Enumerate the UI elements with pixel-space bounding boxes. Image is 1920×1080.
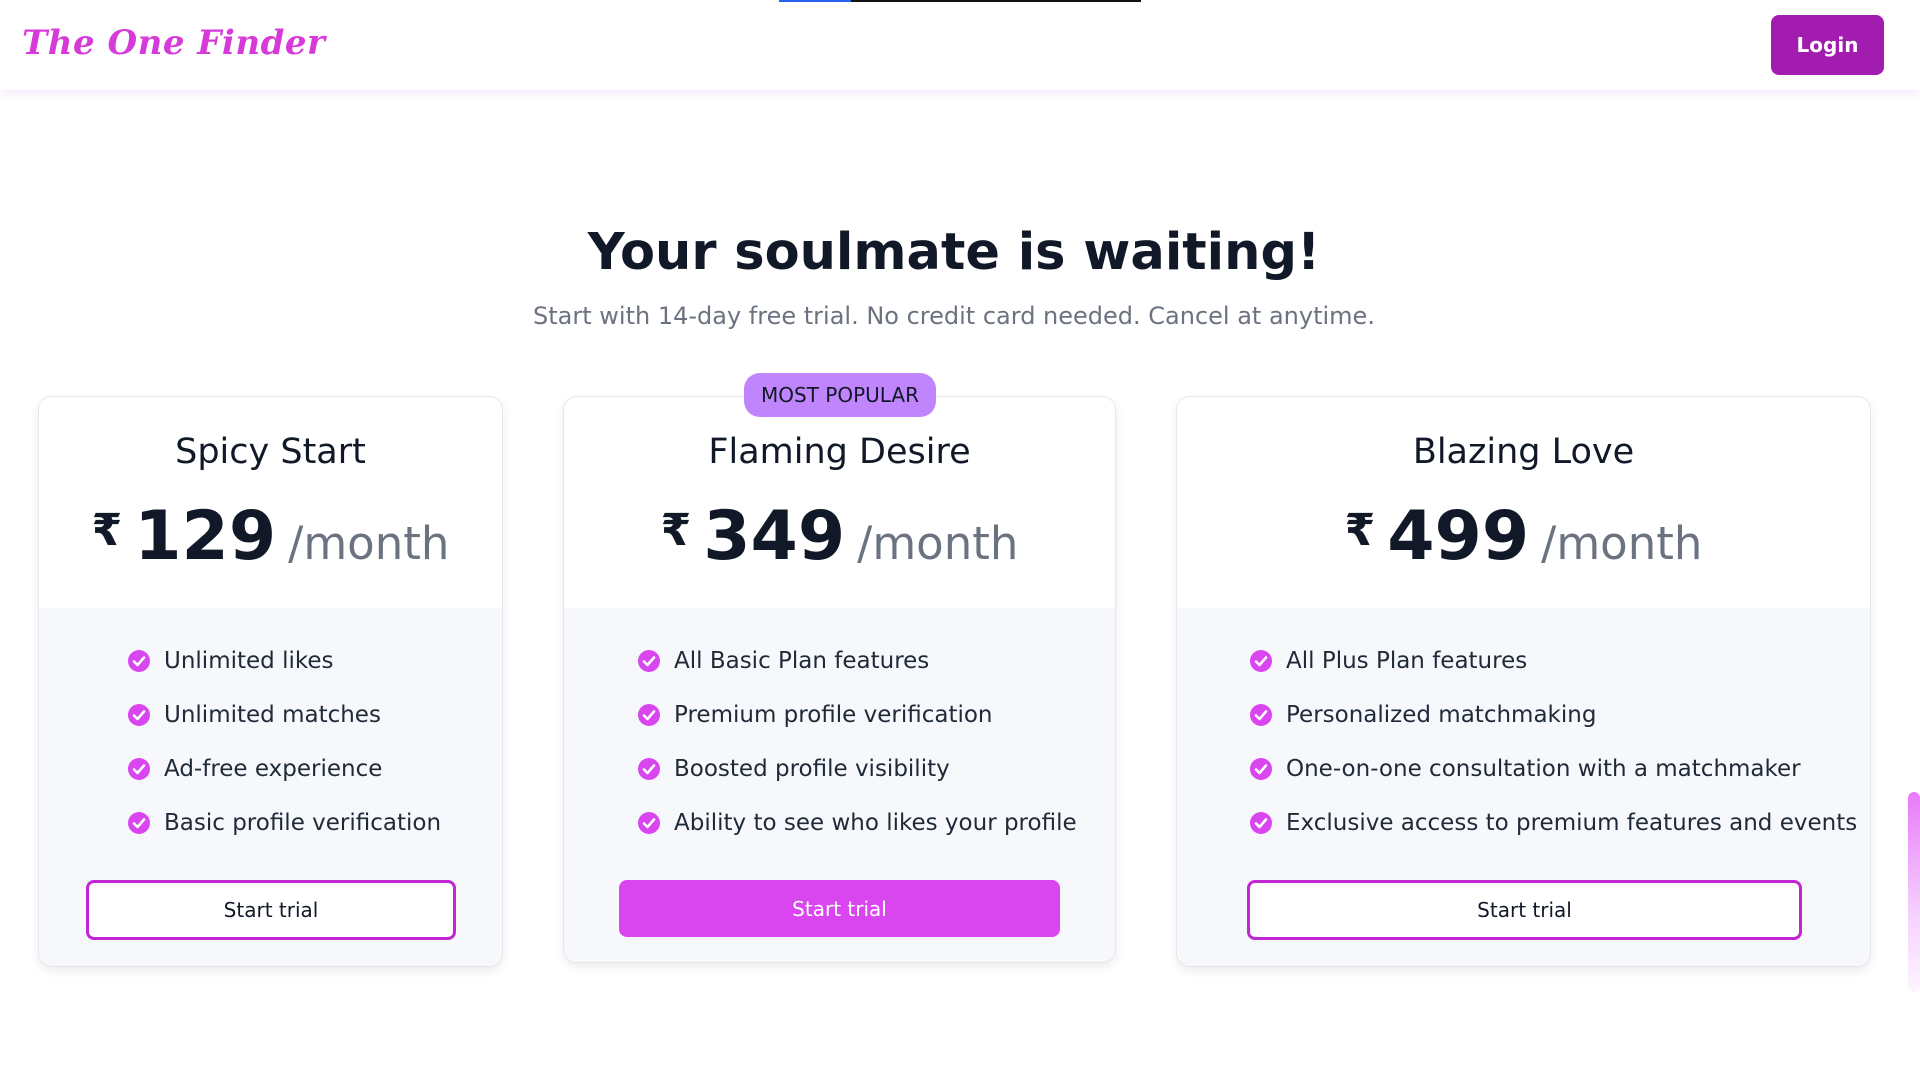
feature-text: Unlimited matches	[164, 702, 381, 728]
start-trial-button[interactable]: Start trial	[86, 880, 456, 940]
feature-text: One-on-one consultation with a matchmake…	[1286, 756, 1801, 782]
currency-symbol: ₹	[91, 505, 123, 556]
feature-text: Unlimited likes	[164, 648, 334, 674]
feature-text: Exclusive access to premium features and…	[1286, 810, 1858, 836]
feature-list: Unlimited likes Unlimited matches Ad-fre…	[127, 634, 441, 850]
list-item: Premium profile verification	[637, 688, 1077, 742]
currency-symbol: ₹	[660, 505, 692, 556]
list-item: All Plus Plan features	[1249, 634, 1857, 688]
check-circle-icon	[638, 650, 660, 672]
check-circle-icon	[1250, 650, 1272, 672]
page-load-progress-fill	[779, 0, 852, 2]
price-amount: 129	[134, 497, 277, 576]
plan-name: Spicy Start	[175, 432, 366, 472]
list-item: Exclusive access to premium features and…	[1249, 796, 1857, 850]
list-item: Boosted profile visibility	[637, 742, 1077, 796]
plan-card-flaming-desire: Flaming Desire ₹ 349 /month All Basic Pl…	[563, 396, 1116, 963]
list-item: Unlimited likes	[127, 634, 441, 688]
list-item: Personalized matchmaking	[1249, 688, 1857, 742]
check-circle-icon	[1250, 704, 1272, 726]
price-period: /month	[1541, 517, 1703, 570]
list-item: All Basic Plan features	[637, 634, 1077, 688]
plan-card-header: Flaming Desire ₹ 349 /month	[564, 397, 1115, 608]
page-subtitle: Start with 14-day free trial. No credit …	[533, 302, 1375, 330]
price-amount: 349	[703, 497, 846, 576]
plan-price: ₹ 129 /month	[39, 497, 502, 577]
most-popular-badge: MOST POPULAR	[744, 373, 936, 417]
list-item: Unlimited matches	[127, 688, 441, 742]
plan-card-body: All Plus Plan features Personalized matc…	[1177, 608, 1870, 966]
feature-text: Boosted profile visibility	[674, 756, 950, 782]
feature-list: All Plus Plan features Personalized matc…	[1249, 634, 1857, 850]
feature-text: Premium profile verification	[674, 702, 993, 728]
plan-card-header: Blazing Love ₹ 499 /month	[1177, 397, 1870, 608]
site-header: The One Finder Login	[0, 0, 1920, 90]
page-load-progress	[779, 0, 1141, 2]
plan-name: Flaming Desire	[708, 432, 971, 472]
feature-text: Ability to see who likes your profile	[674, 810, 1077, 836]
plan-card-blazing-love: Blazing Love ₹ 499 /month All Plus Plan …	[1176, 396, 1871, 967]
list-item: Ability to see who likes your profile	[637, 796, 1077, 850]
brand-logo[interactable]: The One Finder	[22, 18, 325, 68]
plan-card-spicy-start: Spicy Start ₹ 129 /month Unlimited likes…	[38, 396, 503, 967]
currency-symbol: ₹	[1344, 505, 1376, 556]
start-trial-button[interactable]: Start trial	[619, 880, 1060, 937]
feature-text: Personalized matchmaking	[1286, 702, 1597, 728]
price-period: /month	[288, 517, 450, 570]
feature-text: All Basic Plan features	[674, 648, 930, 674]
check-circle-icon	[638, 704, 660, 726]
check-circle-icon	[638, 758, 660, 780]
feature-text: All Plus Plan features	[1286, 648, 1528, 674]
feature-text: Basic profile verification	[164, 810, 442, 836]
price-amount: 499	[1387, 497, 1530, 576]
check-circle-icon	[128, 704, 150, 726]
check-circle-icon	[128, 650, 150, 672]
check-circle-icon	[128, 758, 150, 780]
start-trial-button[interactable]: Start trial	[1247, 880, 1802, 940]
price-period: /month	[857, 517, 1019, 570]
plan-card-header: Spicy Start ₹ 129 /month	[39, 397, 502, 608]
check-circle-icon	[1250, 812, 1272, 834]
check-circle-icon	[128, 812, 150, 834]
feature-list: All Basic Plan features Premium profile …	[637, 634, 1077, 850]
plan-name: Blazing Love	[1412, 432, 1635, 472]
plan-card-body: All Basic Plan features Premium profile …	[564, 608, 1115, 962]
login-button[interactable]: Login	[1771, 15, 1884, 75]
plan-price: ₹ 499 /month	[1177, 497, 1870, 577]
plan-card-body: Unlimited likes Unlimited matches Ad-fre…	[39, 608, 502, 966]
list-item: Ad-free experience	[127, 742, 441, 796]
plan-price: ₹ 349 /month	[564, 497, 1115, 577]
feature-text: Ad-free experience	[164, 756, 383, 782]
check-circle-icon	[638, 812, 660, 834]
page-scrollbar[interactable]	[1908, 792, 1920, 992]
list-item: One-on-one consultation with a matchmake…	[1249, 742, 1857, 796]
list-item: Basic profile verification	[127, 796, 441, 850]
check-circle-icon	[1250, 758, 1272, 780]
page-title: Your soulmate is waiting!	[587, 223, 1321, 282]
